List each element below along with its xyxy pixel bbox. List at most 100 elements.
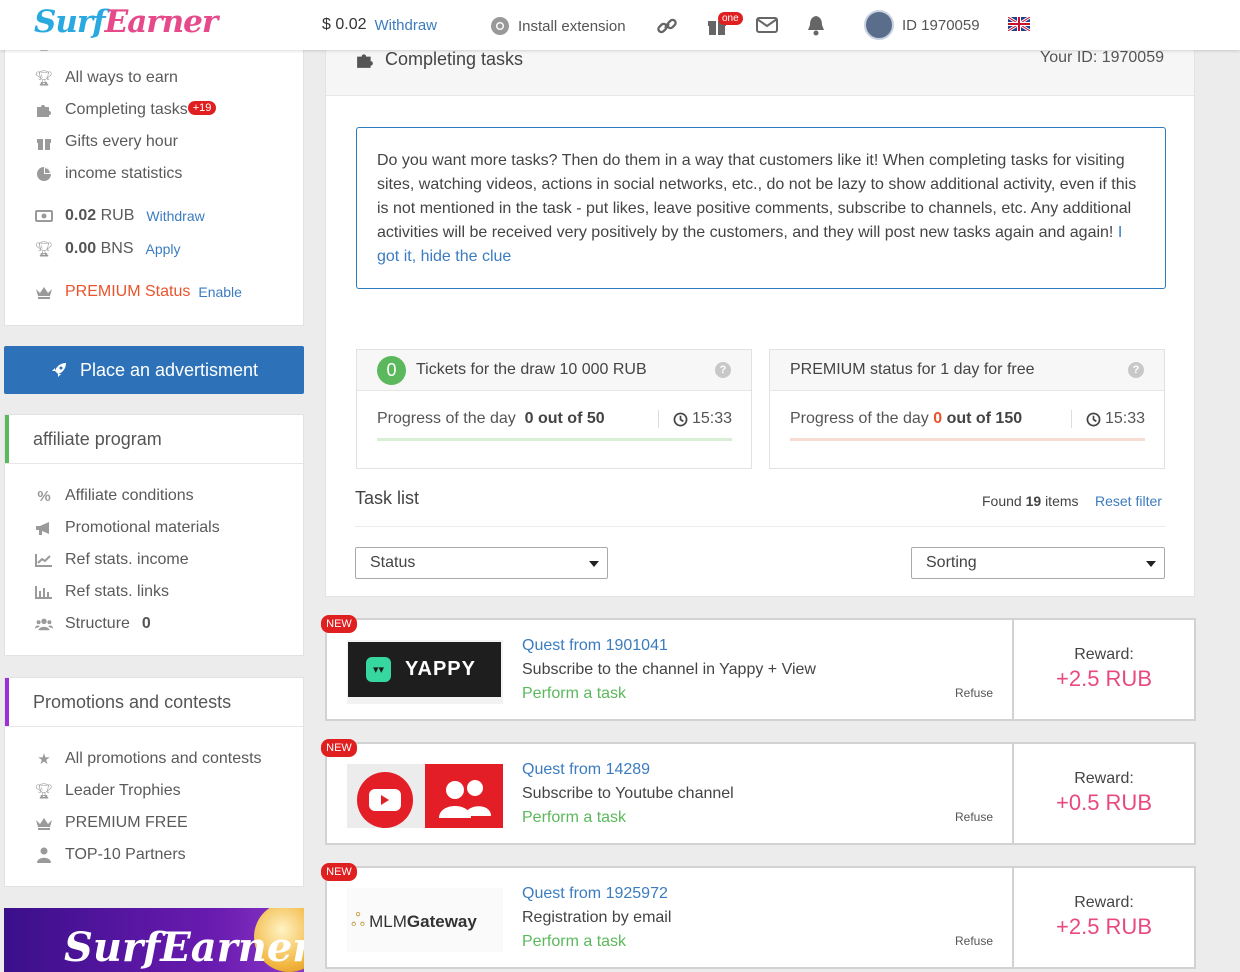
perform-task-link[interactable]: Perform a task [522, 682, 816, 706]
task-list-title: Task list [355, 488, 420, 508]
task-reward: Reward: +2.5 RUB [1012, 868, 1194, 967]
puzzle-icon [35, 102, 53, 118]
premium-enable-link[interactable]: Enable [198, 284, 242, 300]
perform-task-link[interactable]: Perform a task [522, 806, 734, 830]
task-thumbnail-yappy[interactable]: ▾▾ YAPPY [347, 640, 503, 704]
reward-value: +2.5 RUB [1056, 914, 1152, 939]
sidebar-item-premium-free[interactable]: PREMIUM FREE [35, 814, 188, 832]
user-icon [35, 847, 53, 863]
sidebar-withdraw-link[interactable]: Withdraw [146, 208, 204, 224]
sidebar-item-all-promotions[interactable]: ★ All promotions and contests [35, 750, 261, 768]
chevron-down-icon [589, 561, 599, 567]
balance-amount: $ 0.02 [322, 16, 367, 33]
task-list-divider [355, 526, 1166, 527]
task-description: Subscribe to Youtube channel [522, 785, 734, 802]
task-quest-link[interactable]: Quest from 14289 [522, 758, 734, 782]
bar-chart-icon [35, 584, 53, 600]
task-thumbnail-mlmgateway[interactable]: ஃ MLM Gateway [347, 888, 503, 952]
uk-flag-icon[interactable] [1008, 17, 1030, 31]
help-icon[interactable]: ? [715, 362, 731, 378]
header-withdraw-link[interactable]: Withdraw [374, 17, 437, 34]
users-icon [35, 616, 53, 632]
tip-text: Do you want more tasks? Then do them in … [377, 152, 1137, 241]
sidebar-apply-link[interactable]: Apply [146, 241, 181, 257]
user-id: ID 1970059 [902, 16, 980, 34]
new-badge: NEW [321, 739, 357, 757]
sorting-select[interactable]: Sorting [911, 547, 1165, 579]
sidebar-item-promotional-materials[interactable]: Promotional materials [35, 519, 220, 537]
task-card: ஃ MLM Gateway Quest from 1925972 Registra… [325, 866, 1196, 969]
line-chart-icon [35, 552, 53, 568]
sidebar-item-all-ways-to-earn[interactable]: 🏆︎ All ways to earn [34, 69, 177, 87]
sidebar-item-income-statistics[interactable]: income statistics [35, 165, 182, 183]
tasks-count-badge: +19 [187, 101, 217, 115]
yappy-face-icon: ▾▾ [366, 657, 391, 682]
task-info: Quest from 1901041 Subscribe to the chan… [522, 634, 816, 706]
tickets-progress: Progress of the day 0 out of 50 15:33 [377, 410, 732, 441]
premium-status-label: PREMIUM Status [65, 283, 191, 300]
sidebar-item-ref-stats-income[interactable]: Ref stats. income [35, 551, 189, 569]
yappy-logo: ▾▾ YAPPY [348, 642, 501, 697]
gift-icon [35, 134, 53, 150]
reset-filter-link[interactable]: Reset filter [1095, 493, 1162, 509]
sidebar-item-affiliate-conditions[interactable]: % Affiliate conditions [35, 487, 193, 505]
sidebar-item-structure[interactable]: Structure 0 [35, 615, 151, 633]
sidebar-item-leader-trophies[interactable]: 🏆︎ Leader Trophies [34, 782, 180, 800]
premium-progress: Progress of the day 0 out of 150 15:33 [790, 410, 1145, 441]
perform-task-link[interactable]: Perform a task [522, 930, 671, 954]
sidebar-item-gifts-every-hour[interactable]: Gifts every hour [35, 133, 178, 151]
structure-count: 0 [141, 615, 151, 632]
sidebar-bns-balance: 🏆︎ 0.00 BNS Apply [34, 240, 181, 258]
subscribers-icon [425, 764, 503, 828]
task-quest-link[interactable]: Quest from 1901041 [522, 634, 816, 658]
star-icon: ★ [37, 751, 51, 768]
megaphone-icon [35, 520, 53, 536]
top-bar: SurfEarner $ 0.02 Withdraw Install exten… [0, 0, 1240, 50]
mail-icon[interactable] [756, 17, 778, 33]
tickets-count: 0 [377, 355, 406, 385]
task-quest-link[interactable]: Quest from 1925972 [522, 882, 671, 906]
main-content: Completing tasks Your ID: 1970059 Do you… [325, 22, 1195, 597]
surfearner-banner[interactable]: SurfEarner [4, 908, 304, 972]
new-badge: NEW [321, 615, 357, 633]
tickets-card: 0 Tickets for the draw 10 000 RUB ? Prog… [356, 349, 752, 469]
sidebar-item-completing-tasks[interactable]: Completing tasks +19 [35, 101, 217, 119]
trophy-icon: 🏆︎ [34, 783, 54, 800]
tickets-progress-value: 0 out of 50 [524, 410, 605, 427]
youtube-icon [357, 772, 413, 828]
trophy-icon: 🏆︎ [34, 70, 54, 87]
task-info: Quest from 1925972 Registration by email… [522, 882, 671, 954]
link-icon[interactable] [656, 15, 678, 37]
site-logo[interactable]: SurfEarner [34, 4, 218, 40]
clock-icon [1086, 412, 1101, 426]
rub-balance-value: 0.02 [65, 207, 97, 224]
clock-icon [673, 412, 688, 426]
premium-timer: 15:33 [1070, 410, 1145, 428]
place-advertisement-button[interactable]: Place an advertisment [4, 346, 304, 394]
install-extension-button[interactable]: Install extension [490, 16, 626, 36]
task-thumbnail-youtube[interactable] [347, 764, 503, 828]
help-icon[interactable]: ? [1128, 362, 1144, 378]
chevron-down-icon [1146, 561, 1156, 567]
task-reward: Reward: +2.5 RUB [1012, 620, 1194, 719]
tickets-card-header: 0 Tickets for the draw 10 000 RUB [357, 350, 751, 391]
tickets-timer: 15:33 [657, 410, 732, 428]
tip-box: Do you want more tasks? Then do them in … [356, 127, 1166, 289]
sidebar-main-panel: ⌂ Control center 🏆︎ All ways to earn Com… [4, 20, 304, 326]
sidebar-item-top-10-partners[interactable]: TOP-10 Partners [35, 846, 186, 864]
puzzle-icon [357, 54, 373, 68]
status-select[interactable]: Status [355, 547, 608, 579]
sidebar-item-ref-stats-links[interactable]: Ref stats. links [35, 583, 169, 601]
bell-icon[interactable] [806, 15, 826, 36]
refuse-button[interactable]: Refuse [955, 934, 993, 948]
refuse-button[interactable]: Refuse [955, 686, 993, 700]
refuse-button[interactable]: Refuse [955, 810, 993, 824]
your-id: Your ID: 1970059 [1040, 49, 1164, 66]
user-menu[interactable]: ID 1970059 [864, 10, 980, 40]
money-icon [35, 208, 53, 224]
sidebar-rub-balance: 0.02 RUB Withdraw [35, 207, 205, 225]
found-items: Found 19 items [982, 493, 1079, 509]
install-extension-label: Install extension [518, 17, 626, 35]
reward-value: +0.5 RUB [1056, 790, 1152, 815]
page-title: Completing tasks [385, 49, 524, 69]
